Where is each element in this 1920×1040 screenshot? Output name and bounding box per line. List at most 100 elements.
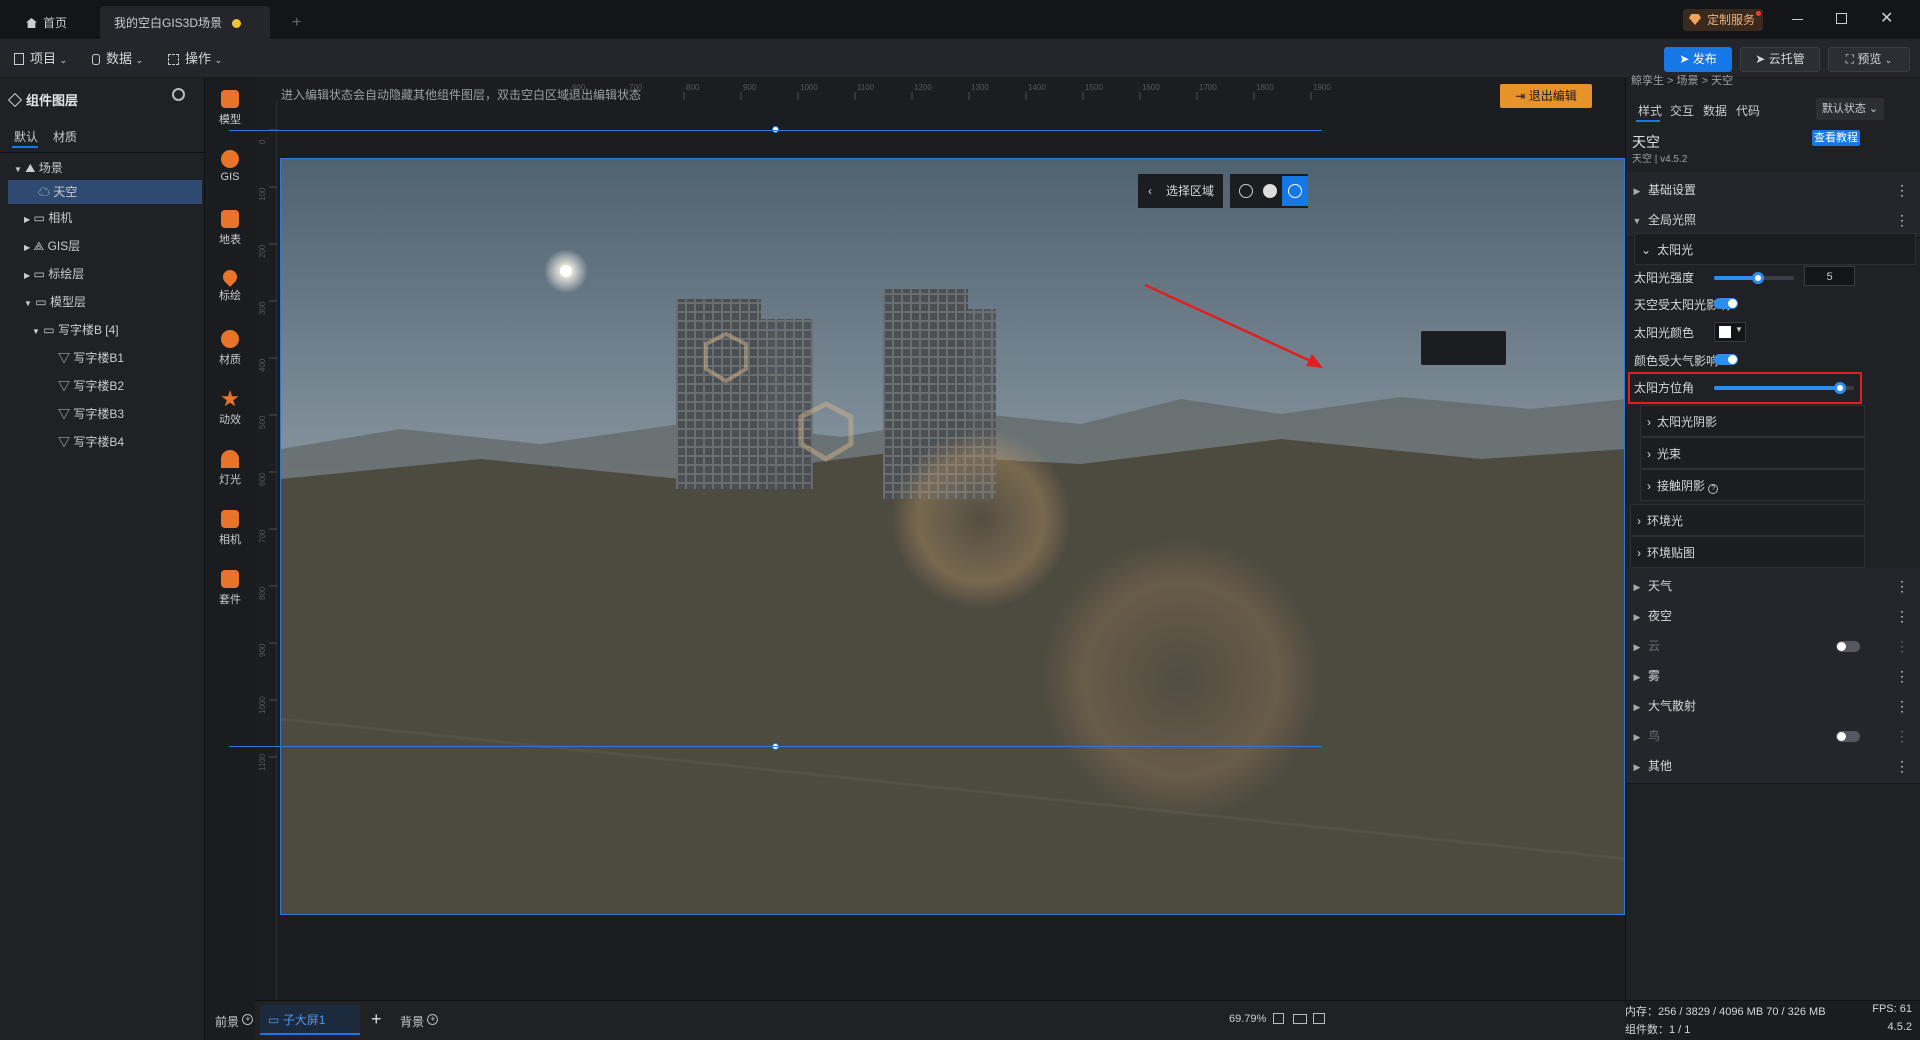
sun-intensity-slider[interactable]: [1714, 272, 1794, 284]
tree-item-b2[interactable]: ▽ 写字楼B2: [58, 374, 124, 398]
tool-model[interactable]: 模型: [205, 90, 255, 127]
publish-label: 发布: [1692, 52, 1717, 66]
select-area-control[interactable]: ‹ 选择区域: [1138, 174, 1223, 208]
foreground-tab[interactable]: 前景 +: [215, 1013, 254, 1030]
menu-data[interactable]: 数据 ⌄: [92, 40, 143, 78]
subsection-env-light[interactable]: › 环境光: [1630, 504, 1865, 536]
more-icon[interactable]: ⋮: [1895, 748, 1909, 784]
caret-down-icon: ▼: [1735, 325, 1743, 334]
bird-toggle[interactable]: [1836, 731, 1860, 742]
globe-icon[interactable]: [1239, 184, 1253, 198]
tool-camera[interactable]: 相机: [205, 510, 255, 547]
tab-style[interactable]: 样式: [1638, 102, 1662, 119]
tab-default[interactable]: 默认: [14, 128, 38, 145]
tree-label: 写字楼B [4]: [57, 323, 119, 337]
slider-knob[interactable]: [1752, 272, 1764, 284]
tree-item-group[interactable]: ▼ ▭ 写字楼B [4]: [32, 318, 119, 342]
tab-code-label: 代码: [1736, 104, 1761, 118]
fit-icon[interactable]: [1273, 1013, 1284, 1024]
tree-item-plot[interactable]: ▶ ▭ 标绘层: [24, 262, 84, 286]
tab-home[interactable]: 首页: [12, 6, 81, 40]
view-mode-group: [1230, 174, 1308, 208]
tree-item-sky[interactable]: ☁ 天空: [8, 180, 202, 204]
scene-viewport[interactable]: [280, 158, 1625, 915]
screen-tab-label: 子大屏1: [282, 1013, 326, 1027]
annotation-arrow: [1144, 283, 1323, 368]
material-tool-icon: [221, 330, 239, 348]
add-screen-button[interactable]: +: [371, 1009, 382, 1030]
zoom-level[interactable]: 69.79%: [1229, 1013, 1266, 1025]
sun-color-picker[interactable]: ▼: [1714, 322, 1746, 342]
search-icon[interactable]: [172, 88, 185, 101]
select-area-button[interactable]: [1421, 331, 1506, 365]
tool-terrain[interactable]: 地表: [205, 210, 255, 247]
slider-knob[interactable]: [1834, 382, 1846, 394]
add-circle-icon[interactable]: +: [427, 1014, 439, 1025]
menu-operate[interactable]: 操作 ⌄: [168, 40, 222, 78]
cloud-host-button[interactable]: ➤ 云托管: [1740, 47, 1820, 72]
divider: [0, 152, 205, 153]
preview-button[interactable]: ⛶ 预览 ⌄: [1828, 47, 1910, 72]
tool-light[interactable]: 灯光: [205, 450, 255, 487]
terminal-icon[interactable]: [1313, 1013, 1325, 1024]
subsection-sunlight[interactable]: ⌄ 太阳光: [1634, 233, 1916, 265]
tree-item-model[interactable]: ▼ ▭ 模型层: [24, 290, 86, 314]
color-affected-toggle[interactable]: [1714, 354, 1738, 365]
tool-kit[interactable]: 套件: [205, 570, 255, 607]
tree-label: GIS层: [47, 239, 81, 253]
tool-plot[interactable]: 标绘: [205, 267, 255, 303]
section-other[interactable]: ▶ 其他 ⋮: [1626, 748, 1920, 784]
sky-affected-toggle[interactable]: [1714, 298, 1738, 309]
close-icon[interactable]: ✕: [1880, 8, 1893, 28]
tab-interaction[interactable]: 交互: [1670, 102, 1694, 119]
new-tab-button[interactable]: +: [278, 6, 315, 40]
tab-material[interactable]: 材质: [53, 128, 77, 145]
tab-code[interactable]: 代码: [1736, 102, 1760, 119]
subsection-contact-shadow[interactable]: › 接触阴影 ?: [1640, 469, 1865, 501]
tree-item-b3[interactable]: ▽ 写字楼B3: [58, 402, 124, 426]
tree-item-camera[interactable]: ▶ ▭ 相机: [24, 206, 72, 230]
layer-title-label: 组件图层: [26, 93, 79, 108]
section-label: 夜空: [1648, 609, 1673, 623]
tutorial-button[interactable]: 查看教程: [1812, 130, 1860, 146]
screen-tab-active[interactable]: ▭ 子大屏1: [260, 1005, 360, 1035]
breadcrumb: 鲸孪生 > 场景 > 天空: [1631, 75, 1734, 87]
subsection-env-map[interactable]: › 环境贴图: [1630, 536, 1865, 568]
tool-gis[interactable]: GIS: [205, 150, 255, 183]
file-icon: [14, 53, 24, 65]
orbit-icon[interactable]: [1288, 184, 1302, 198]
sphere-icon[interactable]: [1263, 184, 1277, 198]
scene-icon: ⛰: [25, 161, 36, 175]
tool-label: 灯光: [219, 474, 241, 486]
tool-effect[interactable]: 动效: [205, 390, 255, 427]
add-circle-icon[interactable]: +: [242, 1014, 254, 1025]
subsection-label: 太阳光: [1657, 243, 1694, 257]
tab-scene[interactable]: 我的空白GIS3D场景: [100, 6, 270, 40]
cloud-toggle[interactable]: [1836, 641, 1860, 652]
ruler-label: 300: [258, 301, 267, 315]
tree-item-b4[interactable]: ▽ 写字楼B4: [58, 430, 124, 454]
tab-data[interactable]: 数据: [1703, 102, 1727, 119]
fullscreen-icon: ⛶: [1845, 52, 1855, 66]
sun-intensity-input[interactable]: 5: [1804, 266, 1855, 286]
help-icon[interactable]: ?: [1708, 484, 1719, 494]
keyboard-icon[interactable]: [1293, 1014, 1307, 1024]
tree-label: 相机: [48, 211, 73, 225]
sun-azimuth-slider[interactable]: [1714, 382, 1854, 394]
state-select[interactable]: 默认状态 ⌄: [1816, 98, 1884, 120]
custom-service-button[interactable]: 定制服务: [1683, 9, 1764, 31]
tool-label: 动效: [219, 414, 241, 426]
subsection-beam[interactable]: › 光束: [1640, 437, 1865, 469]
background-tab[interactable]: 背景 +: [400, 1013, 439, 1030]
tool-material[interactable]: 材质: [205, 330, 255, 367]
tree-item-b1[interactable]: ▽ 写字楼B1: [58, 346, 124, 370]
subsection-sun-shadow[interactable]: › 太阳光阴影: [1640, 405, 1865, 437]
minimize-icon[interactable]: [1792, 19, 1803, 20]
ruler-label: 1900: [1313, 83, 1331, 92]
exit-edit-button[interactable]: ⇥ 退出编辑: [1500, 84, 1592, 108]
publish-button[interactable]: ➤ 发布: [1664, 47, 1732, 72]
menu-project[interactable]: 项目 ⌄: [14, 40, 67, 78]
tree-item-scene[interactable]: ▼ ⛰ 场景: [14, 156, 63, 180]
tree-item-gis[interactable]: ▶ ⟁ GIS层: [24, 234, 80, 258]
restore-icon[interactable]: [1836, 13, 1847, 24]
